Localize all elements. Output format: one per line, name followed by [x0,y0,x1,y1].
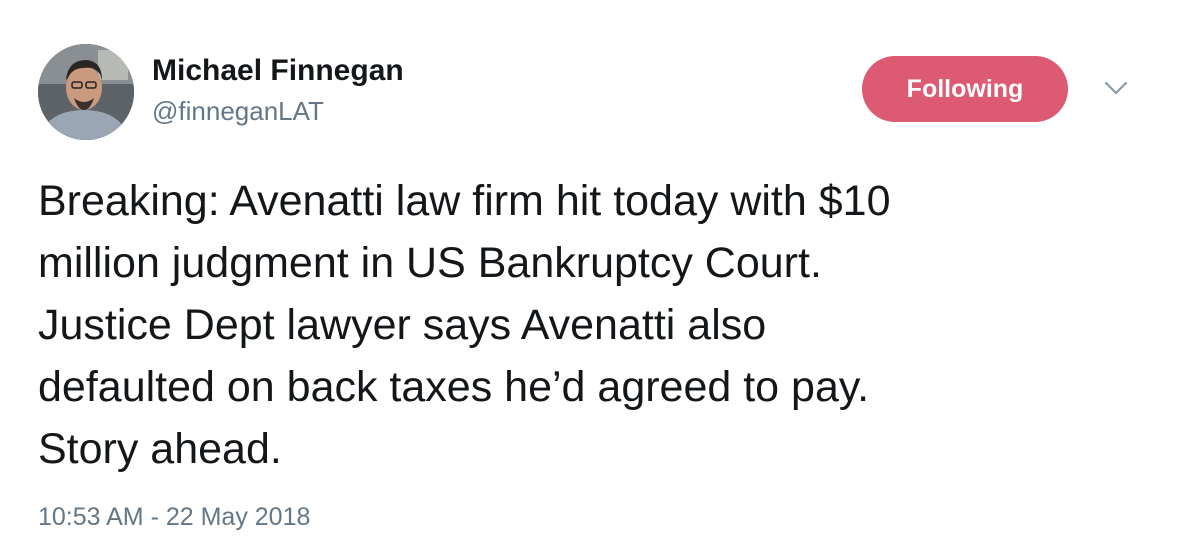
tweet-text-line: defaulted on back taxes he’d agreed to p… [38,363,870,411]
author-name[interactable]: Michael Finnegan [152,54,404,88]
tweet-card: Michael Finnegan @finneganLAT Following … [0,0,1200,556]
tweet-timestamp[interactable]: 10:53 AM - 22 May 2018 [38,503,310,532]
tweet-text: Breaking: Avenatti law firm hit today wi… [38,170,1168,480]
chevron-down-icon[interactable] [1104,80,1128,96]
avatar-photo [38,44,134,140]
avatar[interactable] [38,44,134,140]
tweet-text-line: Story ahead. [38,425,282,473]
following-button[interactable]: Following [862,56,1068,122]
tweet-text-line: million judgment in US Bankruptcy Court. [38,239,822,287]
author-handle[interactable]: @finneganLAT [152,96,324,127]
tweet-text-line: Breaking: Avenatti law firm hit today wi… [38,177,891,225]
tweet-text-line: Justice Dept lawyer says Avenatti also [38,301,767,349]
